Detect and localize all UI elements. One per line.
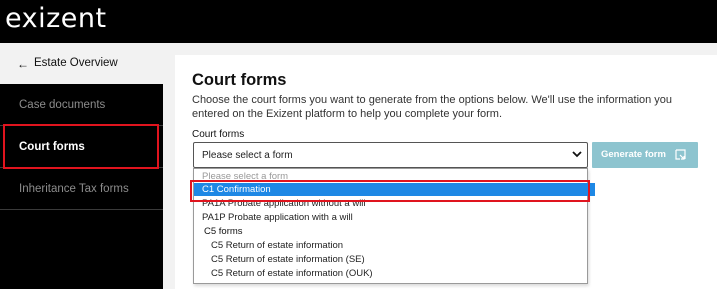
top-bar: exizent bbox=[0, 0, 717, 43]
highlight-box-nav bbox=[3, 124, 159, 169]
generate-form-label: Generate form bbox=[601, 149, 666, 160]
back-link-label: Estate Overview bbox=[34, 57, 118, 69]
sidebar-item-case-documents[interactable]: Case documents bbox=[0, 84, 163, 126]
highlight-box-option bbox=[190, 180, 590, 202]
page-description: Choose the court forms you want to gener… bbox=[192, 93, 692, 121]
sidebar-item-inheritance-tax-forms[interactable]: Inheritance Tax forms bbox=[0, 168, 163, 210]
dropdown-option-pa1p[interactable]: PA1P Probate application with a will bbox=[194, 211, 595, 224]
page-title: Court forms bbox=[192, 71, 287, 89]
sidebar-item-label: Case documents bbox=[19, 99, 106, 111]
court-forms-field-label: Court forms bbox=[192, 129, 245, 140]
dropdown-option-c5-se[interactable]: C5 Return of estate information (SE) bbox=[194, 253, 604, 266]
description-line: entered on the Exizent platform to help … bbox=[192, 108, 502, 120]
exizent-logo[interactable]: exizent bbox=[5, 4, 107, 34]
back-arrow-icon: ← bbox=[17, 57, 29, 71]
estate-overview-link[interactable]: ← Estate Overview bbox=[0, 43, 163, 84]
open-external-icon bbox=[675, 149, 686, 160]
chevron-down-icon bbox=[572, 151, 582, 158]
select-value: Please select a form bbox=[202, 150, 293, 161]
sidebar-item-label: Inheritance Tax forms bbox=[19, 183, 129, 195]
generate-form-button[interactable]: Generate form bbox=[592, 142, 698, 168]
court-forms-select[interactable]: Please select a form bbox=[193, 142, 588, 168]
description-line: Choose the court forms you want to gener… bbox=[192, 94, 673, 106]
dropdown-option-c5-ouk[interactable]: C5 Return of estate information (OUK) bbox=[194, 267, 604, 280]
dropdown-option-c5[interactable]: C5 Return of estate information bbox=[194, 239, 604, 252]
dropdown-optgroup-c5-forms: C5 forms bbox=[204, 226, 243, 237]
sidebar-nav: Case documents Court forms Inheritance T… bbox=[0, 84, 163, 289]
